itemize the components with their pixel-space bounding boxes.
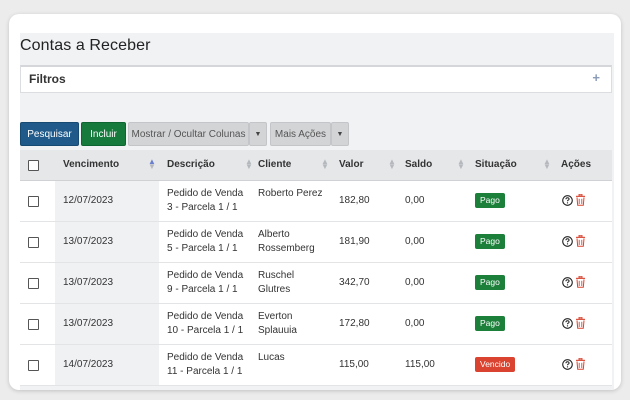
amount: 172,80 bbox=[339, 318, 370, 329]
search-button[interactable]: Pesquisar bbox=[20, 122, 79, 146]
table-row: 12/07/2023 Pedido de Venda 3 - Parcela 1… bbox=[20, 181, 612, 222]
description: Pedido de Venda 10 - Parcela 1 / 1 bbox=[167, 311, 244, 336]
balance: 0,00 bbox=[405, 195, 425, 206]
table-row: 14/07/2023 Pedido de Venda 11 - Parcela … bbox=[20, 345, 612, 386]
sort-icon[interactable]: ▲ ▼ bbox=[457, 158, 465, 171]
description: Pedido de Venda 5 - Parcela 1 / 1 bbox=[167, 229, 244, 254]
row-checkbox[interactable] bbox=[28, 360, 39, 371]
more-actions-button[interactable]: Mais Ações bbox=[270, 122, 331, 146]
column-header-cliente[interactable]: Cliente bbox=[258, 150, 291, 180]
amount: 342,70 bbox=[339, 277, 370, 288]
description: Pedido de Venda 3 - Parcela 1 / 1 bbox=[167, 188, 244, 213]
column-header-valor[interactable]: Valor bbox=[339, 150, 363, 180]
amount: 182,80 bbox=[339, 195, 370, 206]
column-header-descricao[interactable]: Descrição bbox=[167, 150, 215, 180]
amount: 115,00 bbox=[339, 359, 369, 370]
toggle-columns-button[interactable]: Mostrar / Ocultar Colunas bbox=[128, 122, 249, 146]
plus-icon[interactable]: + bbox=[592, 70, 600, 85]
sort-icon[interactable]: ▲ ▼ bbox=[388, 158, 396, 171]
main-panel: Contas a Receber Filtros + Pesquisar Inc… bbox=[20, 33, 614, 390]
client-name: Lucas bbox=[258, 352, 285, 363]
row-checkbox[interactable] bbox=[28, 237, 39, 248]
page-title: Contas a Receber bbox=[20, 37, 151, 54]
table-row: 13/07/2023 Pedido de Venda 5 - Parcela 1… bbox=[20, 222, 612, 263]
table-row: 13/07/2023 Pedido de Venda 10 - Parcela … bbox=[20, 304, 612, 345]
chevron-down-icon[interactable]: ▼ bbox=[249, 122, 267, 146]
due-date: 13/07/2023 bbox=[63, 277, 114, 288]
row-checkbox[interactable] bbox=[28, 278, 39, 289]
column-header-situacao[interactable]: Situação bbox=[475, 150, 517, 180]
column-header-acoes: Ações bbox=[561, 159, 592, 170]
select-all-checkbox[interactable] bbox=[28, 160, 39, 171]
row-checkbox[interactable] bbox=[28, 196, 39, 207]
client-name: Roberto Perez bbox=[258, 188, 323, 199]
column-header-vencimento[interactable]: Vencimento bbox=[63, 150, 119, 180]
description: Pedido de Venda 11 - Parcela 1 / 1 bbox=[167, 352, 244, 377]
table-header: Vencimento ▲ ▼ Descrição ▲ ▼ Cliente ▲ ▼ Va… bbox=[20, 150, 612, 181]
filters-title: Filtros bbox=[29, 72, 66, 86]
filters-panel[interactable]: Filtros + bbox=[20, 65, 612, 93]
due-date: 13/07/2023 bbox=[63, 236, 114, 247]
trash-icon[interactable] bbox=[575, 358, 586, 370]
help-icon[interactable] bbox=[562, 195, 573, 206]
sort-icon[interactable]: ▲ ▼ bbox=[245, 158, 253, 171]
help-icon[interactable] bbox=[562, 359, 573, 370]
status-badge: Pago bbox=[475, 234, 505, 249]
trash-icon[interactable] bbox=[575, 194, 586, 206]
trash-icon[interactable] bbox=[575, 317, 586, 329]
trash-icon[interactable] bbox=[575, 235, 586, 247]
sort-icon[interactable]: ▲ ▼ bbox=[321, 158, 329, 171]
table-row: 13/07/2023 Pedido de Venda 9 - Parcela 1… bbox=[20, 263, 612, 304]
row-checkbox[interactable] bbox=[28, 319, 39, 330]
sort-icon[interactable]: ▲ ▼ bbox=[148, 158, 156, 171]
add-button[interactable]: Incluir bbox=[81, 122, 126, 146]
balance: 115,00 bbox=[405, 359, 435, 370]
balance: 0,00 bbox=[405, 236, 425, 247]
sort-icon[interactable]: ▲ ▼ bbox=[543, 158, 551, 171]
client-name: Everton Splauuia bbox=[258, 311, 297, 336]
help-icon[interactable] bbox=[562, 318, 573, 329]
help-icon[interactable] bbox=[562, 236, 573, 247]
receivables-table: Vencimento ▲ ▼ Descrição ▲ ▼ Cliente ▲ ▼ Va… bbox=[20, 150, 612, 386]
status-badge: Vencido bbox=[475, 357, 516, 372]
client-name: Alberto Rossemberg bbox=[258, 229, 315, 254]
trash-icon[interactable] bbox=[575, 276, 586, 288]
due-date: 12/07/2023 bbox=[63, 195, 114, 206]
table-body: 12/07/2023 Pedido de Venda 3 - Parcela 1… bbox=[20, 181, 612, 386]
balance: 0,00 bbox=[405, 277, 425, 288]
status-badge: Pago bbox=[475, 193, 505, 208]
due-date: 14/07/2023 bbox=[63, 359, 114, 370]
amount: 181,90 bbox=[339, 236, 370, 247]
chevron-down-icon[interactable]: ▼ bbox=[331, 122, 349, 146]
client-name: Ruschel Glutres bbox=[258, 270, 295, 295]
balance: 0,00 bbox=[405, 318, 425, 329]
status-badge: Pago bbox=[475, 316, 505, 331]
due-date: 13/07/2023 bbox=[63, 318, 114, 329]
status-badge: Pago bbox=[475, 275, 505, 290]
column-header-saldo[interactable]: Saldo bbox=[405, 150, 432, 180]
content-card: Contas a Receber Filtros + Pesquisar Inc… bbox=[9, 14, 621, 390]
description: Pedido de Venda 9 - Parcela 1 / 1 bbox=[167, 270, 244, 295]
help-icon[interactable] bbox=[562, 277, 573, 288]
